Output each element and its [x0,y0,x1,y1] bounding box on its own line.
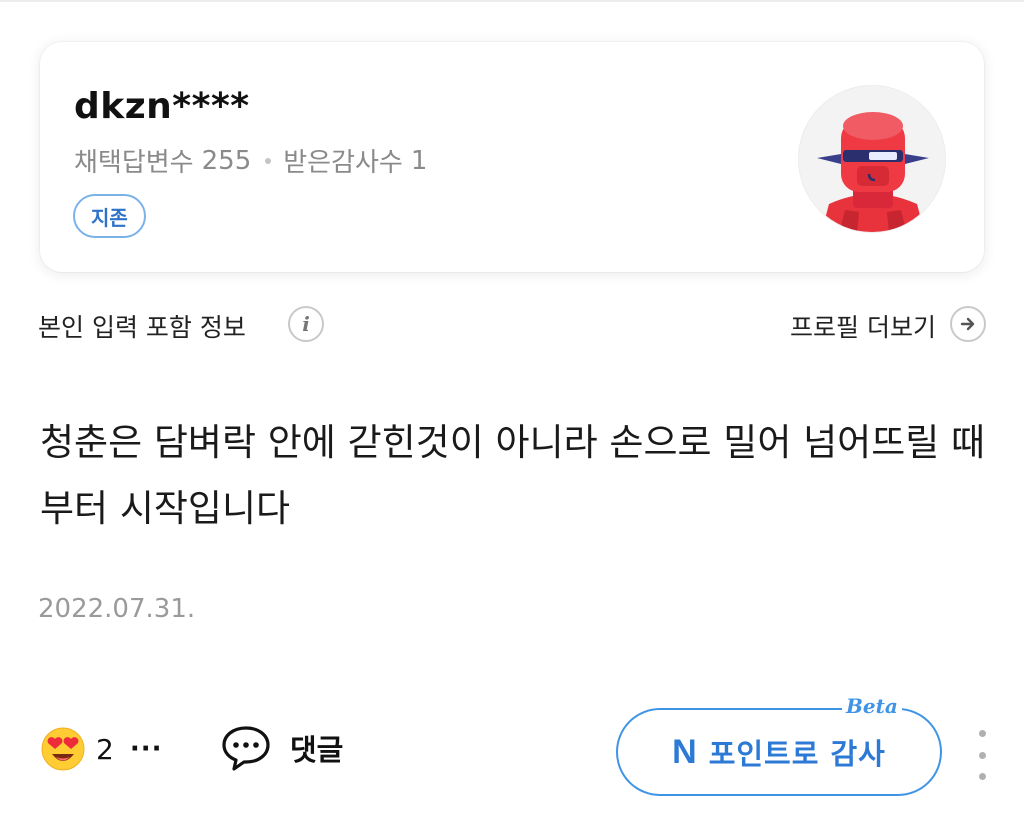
beta-badge: Beta [842,694,902,718]
thank-with-points-button[interactable]: N 포인트로 감사 [616,708,942,796]
username: dkzn**** [74,86,250,127]
answer-action-bar: 2 ··· 댓글 N 포인트로 감사 Beta [0,694,1024,810]
adopted-answers-label: 채택답변수 [74,148,194,178]
separator-dot [265,157,272,164]
self-input-info-label: 본인 입력 포함 정보 [38,313,246,342]
arrow-right-circle-icon[interactable] [950,306,986,342]
heart-eyes-emoji-icon [41,727,85,771]
profile-info-row: 본인 입력 포함 정보 i 프로필 더보기 [38,302,986,346]
more-options-icon[interactable] [974,730,990,780]
adopted-answers-count: 255 [201,145,252,176]
thanks-received-label: 받은감사수 [283,148,403,178]
reaction-button[interactable]: 2 ··· [40,726,162,772]
answerer-profile-card[interactable]: dkzn**** 채택답변수 255 받은감사수 1 지존 [40,42,984,272]
info-icon[interactable]: i [288,306,324,342]
thank-with-points-label: 포인트로 감사 [708,737,886,771]
thanks-received-count: 1 [410,145,428,176]
reaction-more-button[interactable]: ··· [130,734,163,764]
reaction-count: 2 [96,732,114,766]
avatar[interactable] [798,85,946,233]
profile-more-link[interactable]: 프로필 더보기 [790,308,936,344]
speech-bubble-icon [222,726,270,771]
comment-label: 댓글 [290,733,344,767]
answerer-stats: 채택답변수 255 받은감사수 1 [74,142,427,179]
grade-badge: 지존 [73,194,146,238]
answer-body: 청춘은 담벼락 안에 갇힌것이 아니라 손으로 밀어 넘어뜨릴 때부터 시작입니… [40,421,986,530]
answer-date: 2022.07.31. [38,594,196,624]
comment-button[interactable]: 댓글 [220,724,343,772]
red-robot-avatar-icon [799,86,945,232]
naver-n-icon: N [672,732,697,771]
top-divider [0,0,1024,2]
